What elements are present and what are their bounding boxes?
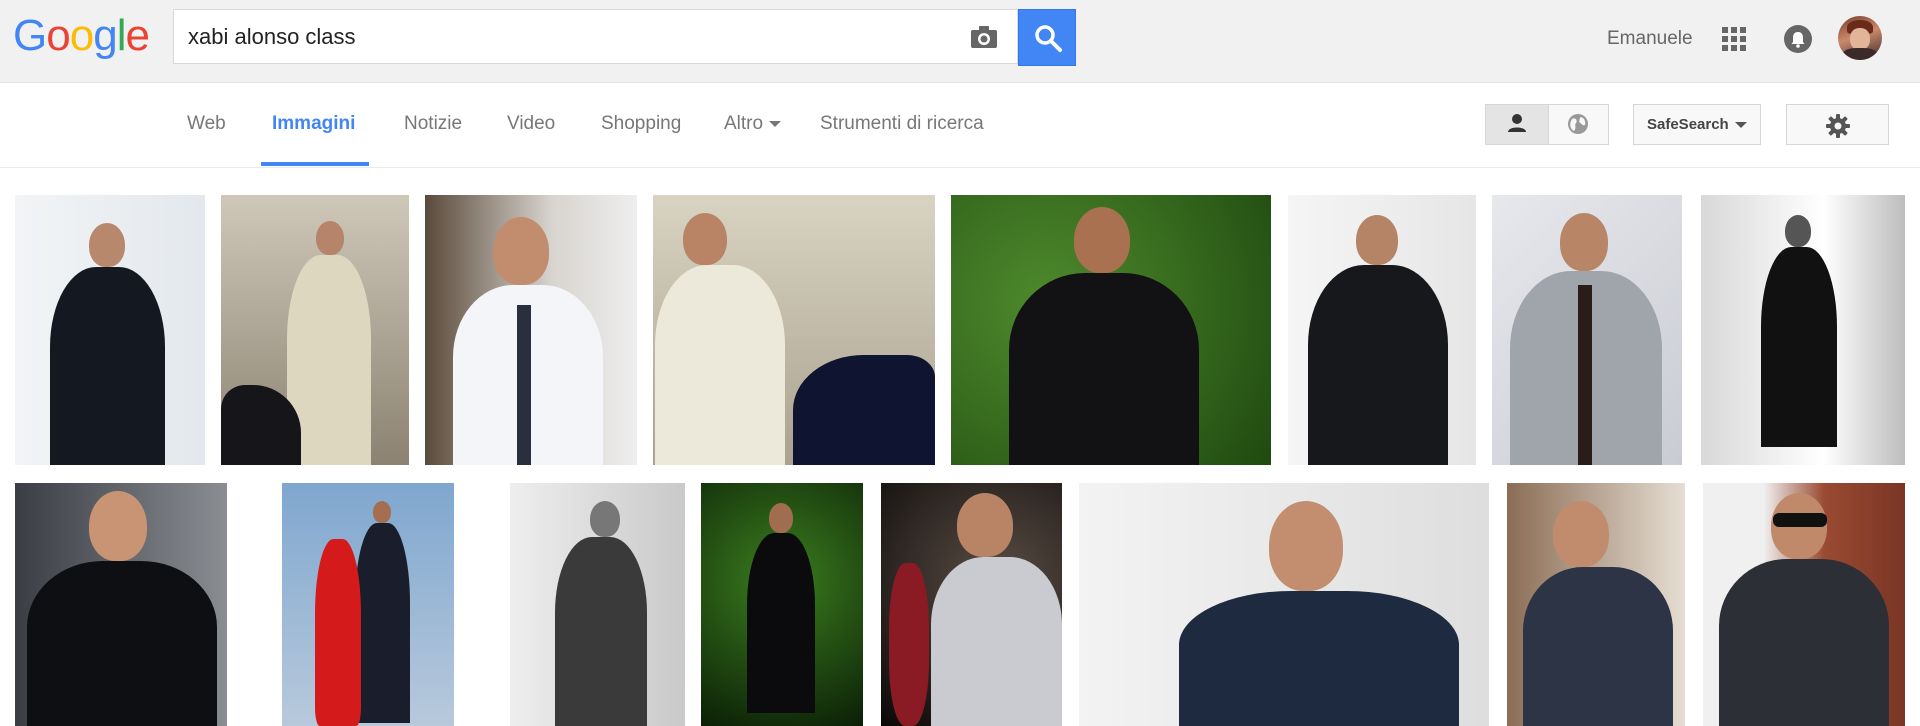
logo-letter-6: e — [125, 11, 150, 60]
image-result[interactable] — [1288, 195, 1476, 465]
image-result[interactable] — [1492, 195, 1682, 465]
bell-icon[interactable] — [1784, 25, 1812, 53]
image-result[interactable] — [221, 195, 409, 465]
image-result[interactable] — [1701, 195, 1905, 465]
image-result[interactable] — [425, 195, 637, 465]
tab-more-label: Altro — [724, 113, 764, 134]
search-box — [173, 9, 1018, 64]
search-icon — [1035, 25, 1062, 52]
image-result[interactable] — [701, 483, 863, 726]
search-button[interactable] — [1018, 9, 1076, 66]
tab-more[interactable]: Altro — [724, 113, 782, 135]
settings-button[interactable] — [1786, 104, 1889, 145]
user-name-link[interactable]: Emanuele — [1607, 28, 1693, 50]
gear-icon — [1826, 114, 1850, 138]
search-nav-bar: Web Immagini Notizie Video Shopping Altr… — [0, 83, 1920, 168]
tab-search-tools[interactable]: Strumenti di ricerca — [820, 113, 984, 135]
image-result[interactable] — [1079, 483, 1489, 726]
globe-icon — [1568, 114, 1588, 134]
active-tab-indicator — [261, 162, 369, 166]
result-filter-toggle — [1485, 104, 1609, 145]
image-result[interactable] — [15, 483, 227, 726]
personal-results-button[interactable] — [1486, 105, 1549, 144]
top-bar: Google Emanuele — [0, 0, 1920, 83]
image-result[interactable] — [1507, 483, 1685, 726]
chevron-down-icon — [1734, 122, 1747, 129]
camera-icon[interactable] — [969, 22, 999, 52]
tab-shopping[interactable]: Shopping — [601, 113, 681, 135]
image-result[interactable] — [1703, 483, 1905, 726]
person-icon — [1508, 114, 1526, 132]
global-results-button[interactable] — [1548, 105, 1608, 144]
apps-grid-icon[interactable] — [1722, 27, 1746, 51]
logo-letter-4: g — [93, 11, 118, 60]
image-result[interactable] — [951, 195, 1271, 465]
tab-images[interactable]: Immagini — [272, 113, 355, 135]
tab-news[interactable]: Notizie — [404, 113, 462, 135]
tab-video[interactable]: Video — [507, 113, 555, 135]
image-result[interactable] — [15, 195, 205, 465]
logo-letter-3: o — [69, 11, 95, 60]
image-result[interactable] — [245, 483, 493, 726]
tab-web[interactable]: Web — [187, 113, 226, 135]
search-input[interactable] — [174, 10, 954, 63]
image-result[interactable] — [510, 483, 685, 726]
image-result[interactable] — [653, 195, 935, 465]
safesearch-label: SafeSearch — [1647, 116, 1729, 133]
logo-letter-2: o — [46, 11, 71, 60]
logo-letter-1: G — [13, 11, 47, 60]
chevron-down-icon — [769, 120, 782, 127]
image-result[interactable] — [881, 483, 1062, 726]
safesearch-dropdown[interactable]: SafeSearch — [1633, 104, 1761, 145]
google-logo[interactable]: Google — [13, 10, 150, 62]
avatar[interactable] — [1838, 16, 1882, 60]
